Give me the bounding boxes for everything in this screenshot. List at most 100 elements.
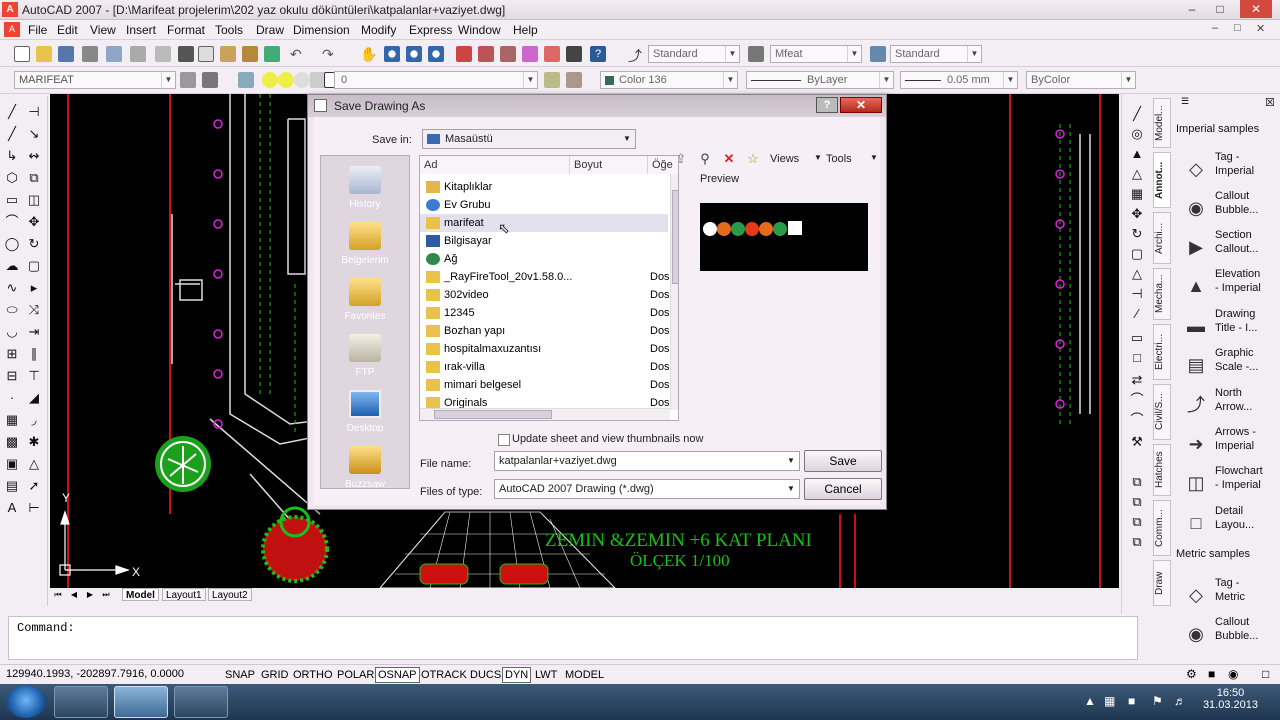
autocad-app-icon[interactable]: A: [2, 2, 18, 17]
explode-icon[interactable]: ✱: [26, 434, 42, 450]
dialog-help-button[interactable]: ?: [816, 97, 838, 113]
list-item[interactable]: ırak-villa Dos: [420, 358, 670, 376]
mirror-icon[interactable]: ↭: [26, 148, 42, 164]
list-item[interactable]: Kitaplıklar: [420, 178, 668, 196]
mdi-restore-button[interactable]: □: [1234, 22, 1241, 34]
palette-close-icon[interactable]: ☒: [1265, 96, 1275, 109]
plotstyle-select[interactable]: ByColor ▼: [1026, 71, 1136, 89]
chamfer-icon[interactable]: ◢: [26, 390, 42, 406]
menu-draw[interactable]: Draw: [256, 23, 284, 37]
palette-item[interactable]: ◇ Tag - Imperial: [1182, 150, 1278, 186]
save-button[interactable]: Save: [804, 450, 882, 472]
dim-edit-icon[interactable]: ⌒: [1128, 392, 1146, 408]
plot-icon[interactable]: [82, 46, 98, 62]
extend-icon[interactable]: ⇥: [26, 324, 42, 340]
list-item[interactable]: marifeat: [420, 214, 668, 232]
start-button[interactable]: [6, 686, 46, 718]
folder-taskbar-icon[interactable]: [174, 686, 228, 718]
rectangle-icon[interactable]: ▭: [4, 192, 20, 208]
list-item[interactable]: Bilgisayar: [420, 232, 668, 250]
match-properties-icon[interactable]: [242, 46, 258, 62]
revcloud-icon[interactable]: ☁: [4, 258, 20, 274]
save-in-select[interactable]: Masaüstü ▼: [422, 129, 636, 149]
layer-copy-icon[interactable]: ⧉: [1128, 474, 1146, 490]
list-item[interactable]: _RayFireTool_20v1.58.0... Dos: [420, 268, 670, 286]
palette-tab-command[interactable]: Comm...: [1153, 500, 1171, 556]
layer-select[interactable]: 0 ▼: [334, 71, 538, 89]
dim-text-edit-icon[interactable]: ⌒: [1128, 412, 1146, 428]
layer-viewport-icon[interactable]: [294, 72, 310, 88]
list-item[interactable]: Ev Grubu: [420, 196, 668, 214]
rotate-icon[interactable]: ↻: [26, 236, 42, 252]
palette-properties-icon[interactable]: ☰: [1181, 96, 1189, 107]
cut-icon[interactable]: [178, 46, 194, 62]
dim-linear-tool-icon[interactable]: ╱: [1128, 106, 1146, 122]
menu-dimension[interactable]: Dimension: [293, 23, 350, 37]
array-icon[interactable]: ◫: [26, 192, 42, 208]
tools-menu[interactable]: Tools: [826, 153, 852, 165]
dim-baseline-icon[interactable]: ⊣: [1128, 286, 1146, 302]
block-editor-icon[interactable]: [264, 46, 280, 62]
views-dropdown-icon[interactable]: ▼: [814, 153, 822, 162]
polygon-icon[interactable]: ⬡: [4, 170, 20, 186]
menu-modify[interactable]: Modify: [361, 23, 396, 37]
menu-tools[interactable]: Tools: [215, 23, 243, 37]
tab-layout2[interactable]: Layout2: [208, 588, 252, 601]
hatch-icon[interactable]: ▦: [4, 412, 20, 428]
scale-icon[interactable]: ▢: [26, 258, 42, 274]
arc-icon[interactable]: ⌒: [4, 214, 20, 230]
menu-edit[interactable]: Edit: [57, 23, 78, 37]
dim-continue-icon[interactable]: ∕: [1128, 306, 1146, 322]
otrack-toggle[interactable]: OTRACK: [418, 667, 470, 683]
leader-icon[interactable]: ➚: [26, 478, 42, 494]
color-select[interactable]: Color 136 ▼: [600, 71, 738, 89]
tolerance-icon[interactable]: □: [1128, 350, 1146, 366]
3d-dwf-icon[interactable]: [155, 46, 171, 62]
menu-express[interactable]: Express: [409, 23, 452, 37]
make-block-icon[interactable]: ⊟: [4, 368, 20, 384]
vertical-scrollbar[interactable]: [670, 174, 678, 410]
new-icon[interactable]: [14, 46, 30, 62]
file-list[interactable]: Ad Boyut Öğe Kitaplıklar Ev Grubu marife…: [419, 155, 679, 421]
properties-icon[interactable]: [456, 46, 472, 62]
center-mark-icon[interactable]: ⇄: [1128, 372, 1146, 388]
palette-item[interactable]: ▲ Elevation - Imperial: [1182, 267, 1278, 303]
dim-style-select[interactable]: Mfeat ▼: [770, 45, 862, 63]
comm-center-icon[interactable]: ⚙: [1186, 667, 1197, 681]
text-style-select[interactable]: Standard ▼: [648, 45, 740, 63]
mtext-icon[interactable]: A: [4, 500, 20, 516]
dim-update-icon[interactable]: ⚒: [1128, 434, 1146, 450]
palette-item[interactable]: ◉ Callout Bubble...: [1182, 615, 1278, 651]
clock[interactable]: 16:50 31.03.2013: [1203, 687, 1258, 711]
zoom-previous-icon[interactable]: [428, 46, 444, 62]
grid-toggle[interactable]: GRID: [258, 667, 292, 683]
menu-view[interactable]: View: [90, 23, 116, 37]
column-name[interactable]: Ad: [420, 156, 570, 174]
mdi-close-button[interactable]: ✕: [1256, 22, 1265, 35]
dim-diameter-icon[interactable]: ↻: [1128, 226, 1146, 242]
construction-line-icon[interactable]: ╱: [4, 126, 20, 142]
layer-manager-icon[interactable]: [238, 72, 254, 88]
place-desktop[interactable]: Desktop: [321, 386, 409, 442]
help-icon[interactable]: ?: [590, 46, 606, 62]
ellipse-icon[interactable]: ⬭: [4, 302, 20, 318]
tab-model[interactable]: Model: [122, 588, 159, 601]
publish-icon[interactable]: [130, 46, 146, 62]
pan-icon[interactable]: ✋: [360, 46, 377, 62]
zoom-window-icon[interactable]: [406, 46, 422, 62]
palette-tab-electrical[interactable]: Electri...: [1153, 324, 1171, 380]
design-center-icon[interactable]: [478, 46, 494, 62]
list-item[interactable]: hospitalmaxuzantısı Dos: [420, 340, 670, 358]
command-line[interactable]: Command:: [8, 616, 1138, 660]
stretch-icon[interactable]: ▸: [26, 280, 42, 296]
table-icon[interactable]: ▤: [4, 478, 20, 494]
spline-icon[interactable]: ∿: [4, 280, 20, 296]
dim-angular-icon[interactable]: ▢: [1128, 246, 1146, 262]
minimize-button[interactable]: –: [1178, 0, 1206, 18]
fillet-icon[interactable]: ◞: [26, 412, 42, 428]
erase-icon[interactable]: ⊣: [26, 104, 42, 120]
palette-item[interactable]: ◇ Tag - Metric: [1182, 576, 1278, 612]
file-type-select[interactable]: AutoCAD 2007 Drawing (*.dwg) ▼: [494, 479, 800, 499]
line-icon[interactable]: ╱: [4, 104, 20, 120]
tray-flag-icon[interactable]: ⚑: [1152, 694, 1163, 708]
